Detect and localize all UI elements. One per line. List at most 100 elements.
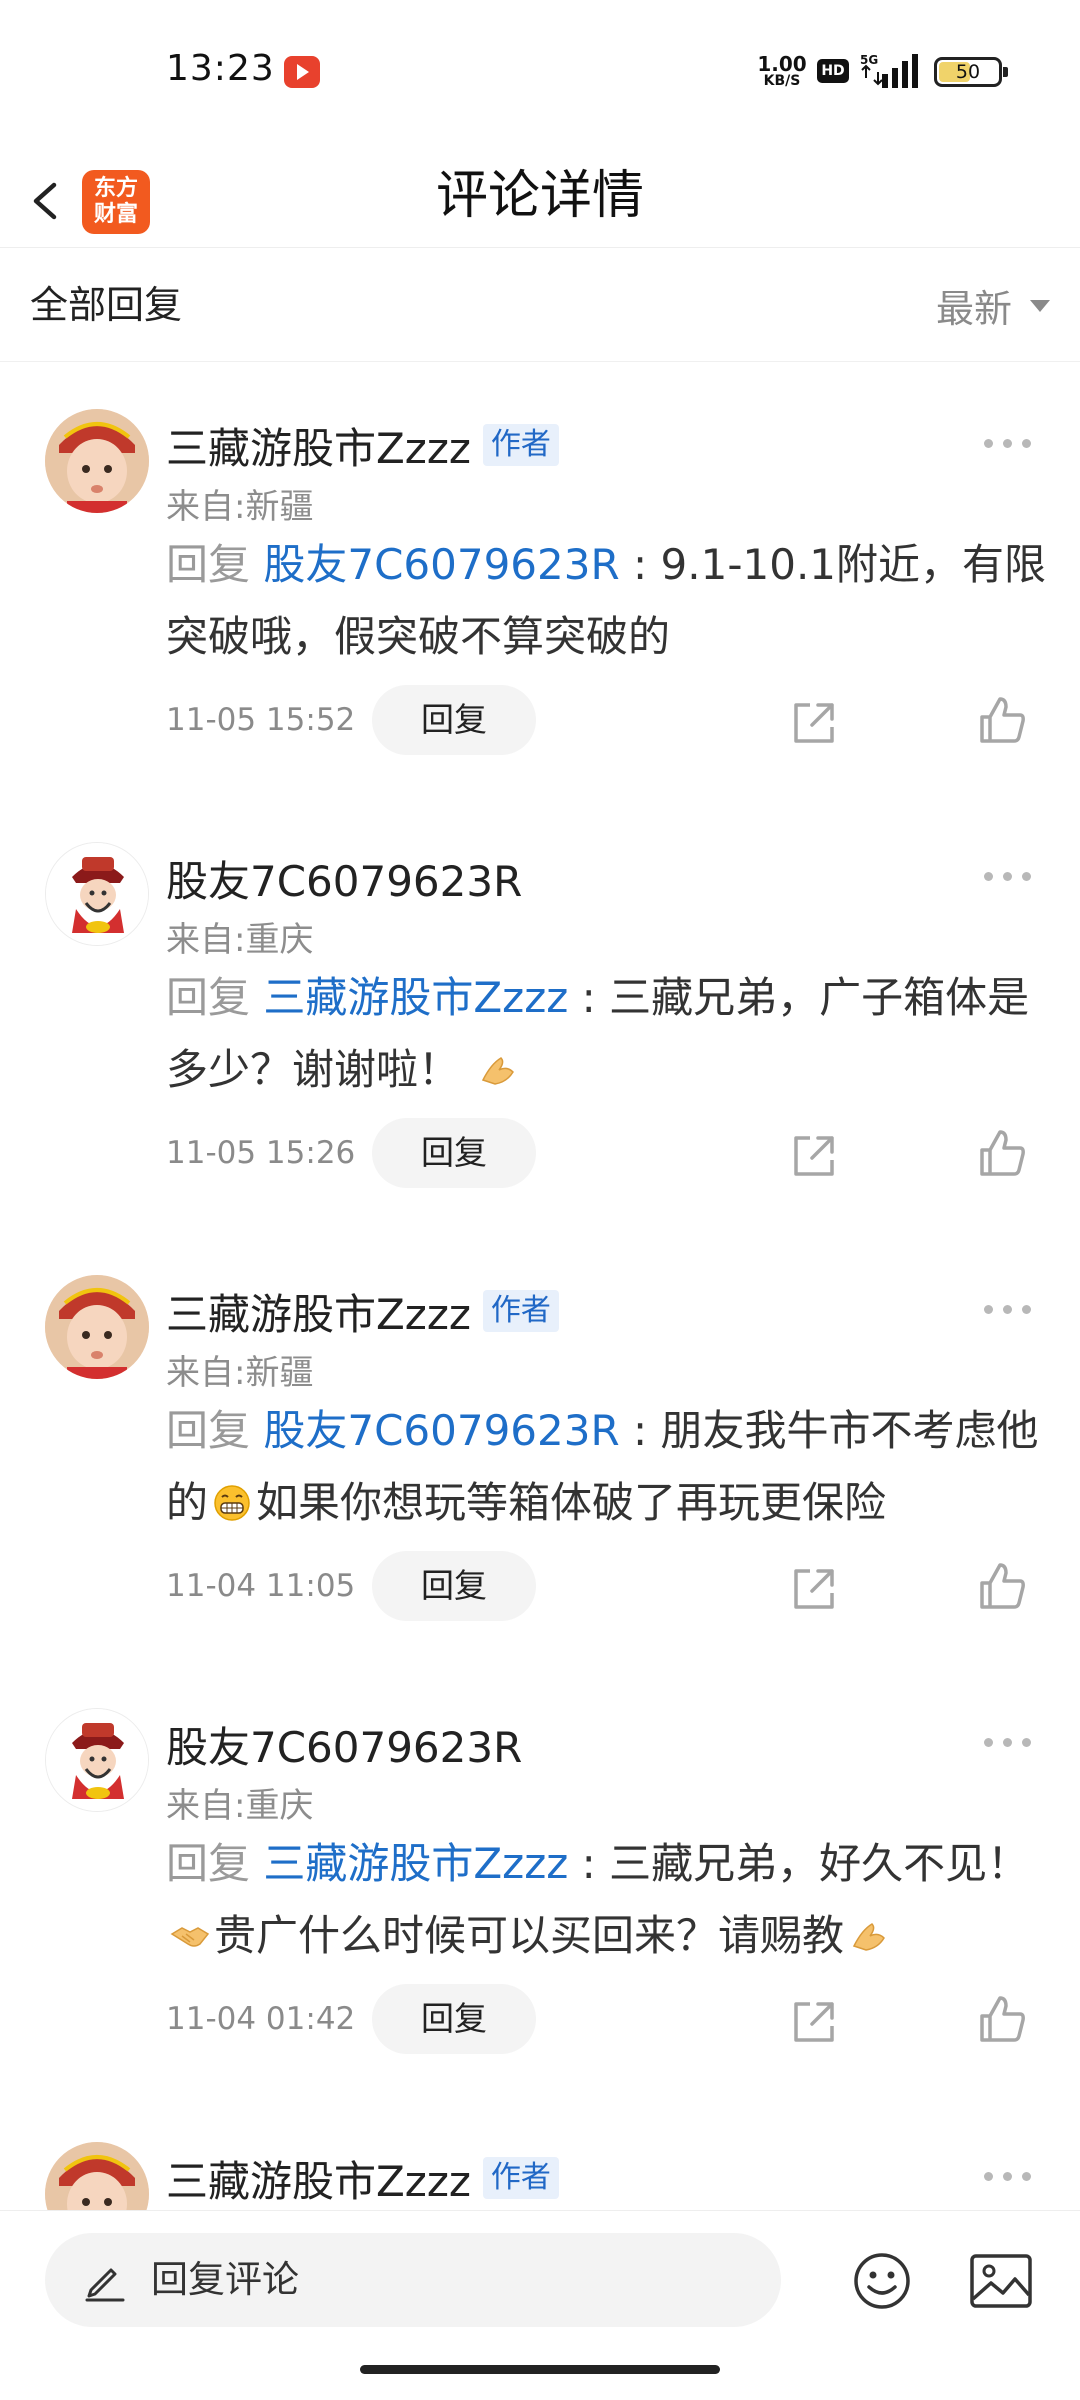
sort-label: 最新 bbox=[935, 287, 1012, 331]
colon: : bbox=[581, 973, 610, 1022]
comment-item: 三藏游股市Zzzz 作者 来自:新疆 回复 股友7C6079623R : 朋友我… bbox=[0, 1275, 1080, 1675]
comment-time: 11-04 01:42 bbox=[166, 2001, 356, 2037]
filter-bar: 全部回复 最新 bbox=[0, 249, 1080, 362]
username-row: 三藏游股市Zzzz 作者 bbox=[166, 417, 559, 473]
god-of-wealth-avatar-image bbox=[46, 1709, 148, 1811]
author-badge: 作者 bbox=[482, 1290, 559, 1332]
reply-prefix: 回复 bbox=[166, 1839, 251, 1888]
comment-item: 股友7C6079623R 来自:重庆 回复 三藏游股市Zzzz : 三藏兄弟，好… bbox=[0, 1708, 1080, 2108]
username-row: 三藏游股市Zzzz 作者 bbox=[166, 1283, 559, 1339]
avatar[interactable] bbox=[45, 1275, 149, 1379]
avatar[interactable] bbox=[45, 1708, 149, 1812]
back-arrow-icon[interactable] bbox=[26, 181, 66, 221]
avatar[interactable] bbox=[45, 842, 149, 946]
avatar[interactable] bbox=[45, 2142, 149, 2210]
comment-body-continued: 贵广什么时候可以买回来？请赐教 bbox=[214, 1911, 845, 1960]
username[interactable]: 三藏游股市Zzzz bbox=[166, 415, 471, 476]
signal-5g-icon: 5G bbox=[860, 53, 918, 88]
author-badge: 作者 bbox=[482, 424, 559, 466]
location-label: 来自:新疆 bbox=[166, 1353, 314, 1393]
baby-avatar-image bbox=[45, 409, 149, 513]
comment-body-continued: 如果你想玩等箱体破了再玩更保险 bbox=[256, 1478, 887, 1527]
comment-time: 11-05 15:52 bbox=[166, 702, 356, 738]
colon: : bbox=[581, 1839, 610, 1888]
share-icon[interactable] bbox=[790, 1998, 838, 2046]
more-options-icon[interactable] bbox=[984, 2172, 1032, 2182]
reply-button[interactable]: 回复 bbox=[372, 1118, 536, 1188]
reply-placeholder: 回复评论 bbox=[151, 2258, 299, 2301]
nav-header: 评论详情 东方 财富 bbox=[0, 145, 1080, 248]
like-thumb-icon[interactable] bbox=[978, 1128, 1028, 1178]
comment-text: 回复 股友7C6079623R : 9.1-10.1附近，有限突破哦，假突破不算… bbox=[166, 529, 1046, 673]
comment-item: 三藏游股市Zzzz 作者 bbox=[0, 2142, 1080, 2210]
network-type-label: 5G bbox=[860, 53, 878, 67]
mention-link[interactable]: 三藏游股市Zzzz bbox=[263, 1839, 568, 1888]
colon: : bbox=[633, 1406, 661, 1455]
sort-dropdown[interactable]: 最新 bbox=[936, 249, 1050, 362]
reply-prefix: 回复 bbox=[166, 1406, 251, 1455]
dropdown-triangle-icon bbox=[1030, 299, 1050, 312]
share-icon[interactable] bbox=[790, 699, 838, 747]
logo-line2: 财富 bbox=[93, 202, 138, 227]
home-indicator[interactable] bbox=[360, 2365, 720, 2374]
like-thumb-icon[interactable] bbox=[978, 1561, 1028, 1611]
pencil-icon bbox=[85, 2268, 125, 2302]
share-icon[interactable] bbox=[790, 1132, 838, 1180]
battery-tip bbox=[1003, 67, 1008, 77]
username[interactable]: 三藏游股市Zzzz bbox=[166, 2148, 471, 2209]
image-picker-icon[interactable] bbox=[969, 2253, 1033, 2309]
reply-comment-input[interactable]: 回复评论 bbox=[45, 2233, 781, 2327]
more-options-icon[interactable] bbox=[984, 872, 1032, 882]
hd-icon: HD bbox=[817, 59, 849, 83]
baby-avatar-image bbox=[45, 1275, 149, 1379]
reply-prefix: 回复 bbox=[166, 973, 251, 1022]
more-options-icon[interactable] bbox=[984, 1738, 1032, 1748]
reply-button[interactable]: 回复 bbox=[372, 685, 536, 755]
status-time: 13:23 bbox=[166, 48, 275, 89]
network-speed: 1.00 KB/S bbox=[756, 54, 808, 88]
status-bar: 13:23 1.00 KB/S HD 5G 50 bbox=[0, 0, 1080, 145]
baby-avatar-image bbox=[45, 2142, 149, 2210]
comment-detail-page: 13:23 1.00 KB/S HD 5G 50 评论详情 东方 财富 全部回复… bbox=[0, 0, 1080, 2400]
page-title: 评论详情 bbox=[435, 166, 644, 226]
reply-button[interactable]: 回复 bbox=[372, 1551, 536, 1621]
comment-body: 三藏兄弟，好久不见！ bbox=[609, 1839, 1030, 1888]
username[interactable]: 股友7C6079623R bbox=[166, 1714, 522, 1775]
location-label: 来自:新疆 bbox=[166, 487, 314, 527]
colon: : bbox=[633, 540, 661, 589]
username-row: 股友7C6079623R bbox=[166, 850, 522, 906]
battery-level: 50 bbox=[955, 61, 981, 83]
screen-record-icon bbox=[284, 56, 320, 88]
like-thumb-icon[interactable] bbox=[978, 695, 1028, 745]
reply-prefix: 回复 bbox=[166, 540, 251, 589]
share-icon[interactable] bbox=[790, 1565, 838, 1613]
comment-item: 三藏游股市Zzzz 作者 来自:新疆 回复 股友7C6079623R : 9.1… bbox=[0, 409, 1080, 809]
mention-link[interactable]: 股友7C6079623R bbox=[263, 540, 619, 589]
mention-link[interactable]: 三藏游股市Zzzz bbox=[263, 973, 568, 1022]
all-replies-label: 全部回复 bbox=[30, 283, 183, 327]
praying-hands-emoji-icon bbox=[852, 1923, 885, 1951]
like-thumb-icon[interactable] bbox=[978, 1994, 1028, 2044]
more-options-icon[interactable] bbox=[984, 439, 1032, 449]
mention-link[interactable]: 股友7C6079623R bbox=[263, 1406, 619, 1455]
bottom-reply-bar: 回复评论 bbox=[0, 2210, 1080, 2400]
username[interactable]: 三藏游股市Zzzz bbox=[166, 1281, 471, 1342]
praying-hands-emoji-icon bbox=[482, 1057, 515, 1085]
more-options-icon[interactable] bbox=[984, 1305, 1032, 1315]
grinning-face-emoji-icon bbox=[214, 1485, 250, 1521]
smiley-emoji-icon[interactable] bbox=[852, 2251, 912, 2311]
handshake-emoji-icon bbox=[170, 1927, 210, 1947]
avatar[interactable] bbox=[45, 409, 149, 513]
app-logo[interactable]: 东方 财富 bbox=[82, 170, 150, 234]
author-badge: 作者 bbox=[482, 2157, 559, 2199]
location-label: 来自:重庆 bbox=[166, 1786, 314, 1826]
username[interactable]: 股友7C6079623R bbox=[166, 848, 522, 909]
reply-button[interactable]: 回复 bbox=[372, 1984, 536, 2054]
location-label: 来自:重庆 bbox=[166, 920, 314, 960]
comment-time: 11-04 11:05 bbox=[166, 1568, 356, 1604]
battery-icon: 50 bbox=[934, 57, 1008, 87]
comment-text: 回复 三藏游股市Zzzz : 三藏兄弟，广子箱体是多少？谢谢啦！ bbox=[166, 962, 1046, 1106]
comment-text: 回复 三藏游股市Zzzz : 三藏兄弟，好久不见！ 贵广什么时候可以买回来？请赐… bbox=[166, 1828, 1046, 1972]
network-speed-unit: KB/S bbox=[763, 73, 801, 89]
username-row: 股友7C6079623R bbox=[166, 1716, 522, 1772]
